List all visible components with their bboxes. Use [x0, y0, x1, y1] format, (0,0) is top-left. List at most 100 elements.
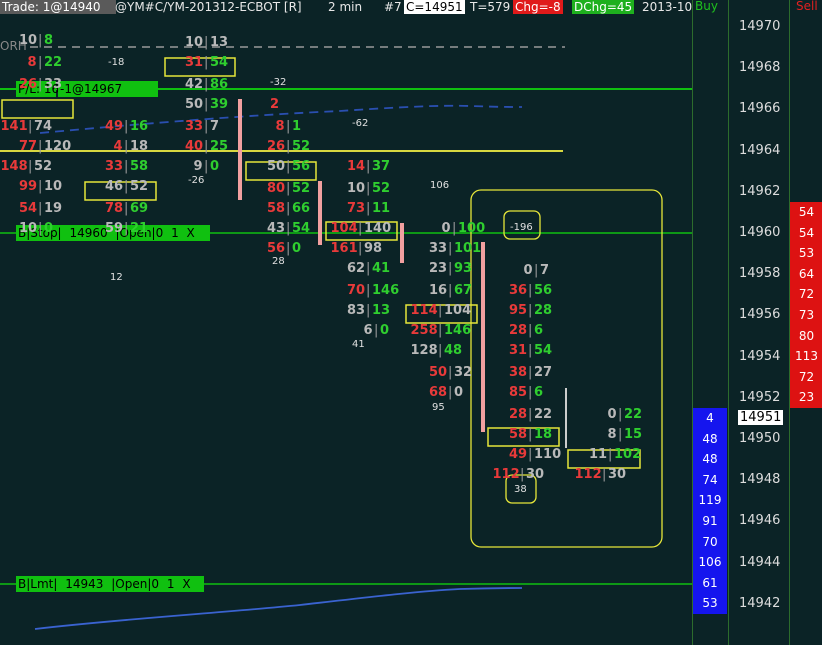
buy-header: Buy: [695, 0, 718, 13]
ask-volume: 13: [372, 303, 391, 318]
sell-volume-cell: 53: [790, 243, 822, 265]
limit-order-cancel[interactable]: X: [182, 577, 190, 591]
footprint-chart[interactable]: ORH P/L: 16P -1@14967 B|Stop| 14960 |Ope…: [0, 15, 692, 645]
bar-delta-label: 106: [430, 180, 450, 191]
ask-volume: 140: [364, 221, 392, 236]
ask-volume: 22: [534, 407, 553, 422]
buy-volume-cell: 48: [693, 449, 727, 471]
bid-volume: 62: [347, 261, 366, 276]
ask-volume: 13: [210, 35, 229, 50]
ask-volume: 6: [534, 323, 544, 338]
price-tick-label: 14954: [739, 348, 781, 364]
price-tick-label: 14960: [739, 225, 781, 240]
bar-delta-label: -62: [352, 118, 369, 129]
ask-volume: 58: [130, 159, 149, 174]
bid-volume: 128: [410, 343, 438, 358]
bid-volume: 2: [270, 97, 280, 112]
bid-volume: 104: [330, 221, 358, 236]
buy-volume-cell: 91: [693, 511, 727, 532]
bid-volume: 23: [429, 261, 448, 276]
price-axis[interactable]: 14970 14968 14966 14964 14962 14960 14958 14956…: [728, 0, 790, 645]
price-tick-label: 14966: [739, 101, 781, 117]
price-tick-label: 14964: [739, 142, 781, 158]
sell-volume-cell: 23: [790, 387, 822, 409]
ask-volume: 52: [34, 159, 53, 174]
ask-volume: 0: [454, 385, 464, 400]
bid-volume: 28: [509, 407, 528, 422]
bid-volume: 68: [429, 385, 448, 400]
ask-volume: 52: [292, 139, 311, 154]
ask-volume: 6: [534, 385, 544, 400]
bid-volume: 80: [267, 181, 286, 196]
ask-volume: 54: [292, 221, 311, 236]
ask-volume: 52: [130, 179, 149, 194]
position-badge[interactable]: -1@14967: [58, 81, 158, 97]
candle-bar: [238, 99, 242, 200]
ask-volume: 33: [44, 77, 63, 92]
bid-volume: 31: [509, 343, 528, 358]
ask-volume: 93: [454, 261, 473, 276]
bid-volume: 43: [267, 221, 286, 236]
ask-volume: 37: [372, 159, 391, 174]
ask-volume: 8: [44, 33, 54, 48]
ask-volume: 32: [454, 365, 473, 380]
price-tick-label: 14950: [739, 431, 781, 446]
ask-volume: 0: [210, 159, 220, 174]
stop-order-price[interactable]: 14960: [69, 226, 107, 240]
bid-volume: 42: [185, 77, 204, 92]
ask-volume: 67: [454, 283, 473, 298]
bid-volume: 11: [589, 447, 608, 462]
bid-volume: 58: [509, 427, 528, 442]
sell-volume-cell: 64: [790, 263, 822, 285]
bid-volume: 77: [19, 139, 38, 154]
bid-volume: 40: [185, 139, 204, 154]
ask-volume: 11: [372, 201, 391, 216]
highlight-region: [470, 189, 663, 548]
price-tick-label: 14948: [739, 472, 781, 488]
ask-volume: 0: [44, 221, 54, 236]
sell-volume-cell: 54: [790, 222, 822, 244]
buy-volume-cell: 53: [693, 593, 727, 615]
ask-volume: 28: [534, 303, 553, 318]
price-tick-label: 14956: [739, 307, 781, 323]
sell-volume-cell: 72: [790, 284, 822, 306]
bid-volume: 33: [105, 159, 124, 174]
chart-overlay: [0, 46, 692, 630]
sell-volume-cell: 113: [790, 346, 822, 368]
bid-volume: 83: [347, 303, 366, 318]
bar-delta-label: 28: [272, 256, 285, 267]
ask-volume: 18: [130, 139, 149, 154]
limit-order-type: B|Lmt|: [18, 577, 58, 591]
ask-volume: 27: [534, 365, 553, 380]
instrument-label: @YM#C/YM-201312-ECBOT [R]: [115, 0, 302, 14]
ask-volume: 30: [526, 467, 545, 482]
bid-volume: 10: [347, 181, 366, 196]
ask-volume: 39: [210, 97, 229, 112]
price-tick-label: 14946: [739, 513, 781, 529]
stop-order-cancel[interactable]: X: [187, 226, 195, 240]
ask-volume: 16: [130, 119, 149, 134]
bar-delta-label: 95: [432, 402, 445, 413]
buy-volume-cell: 74: [693, 469, 727, 491]
bid-volume: 0: [607, 407, 617, 422]
ask-volume: 52: [292, 181, 311, 196]
limit-order-qty[interactable]: 1: [167, 577, 175, 591]
ask-volume: 101: [454, 241, 482, 256]
limit-order-status: |Open|0: [111, 577, 160, 591]
limit-order-price[interactable]: 14943: [65, 577, 103, 591]
bid-volume: 26: [19, 77, 38, 92]
bid-volume: 8: [607, 427, 617, 442]
change-badge: Chg=-8: [513, 0, 563, 14]
ask-volume: 1: [292, 119, 302, 134]
bid-volume: 56: [267, 241, 286, 256]
limit-order-bar[interactable]: B|Lmt| 14943 |Open|0 1 X: [16, 576, 204, 592]
daily-change-badge: DChg=45: [572, 0, 635, 14]
sell-volume-cell: 54: [790, 202, 822, 223]
sell-volume-cell: 73: [790, 305, 822, 326]
bid-volume: 50: [267, 159, 286, 174]
bid-volume: 99: [19, 179, 38, 194]
buy-volume-cell: 106: [693, 552, 727, 574]
bid-volume: 85: [509, 385, 528, 400]
stop-order-qty[interactable]: 1: [171, 226, 179, 240]
bid-volume: 112: [574, 467, 602, 482]
